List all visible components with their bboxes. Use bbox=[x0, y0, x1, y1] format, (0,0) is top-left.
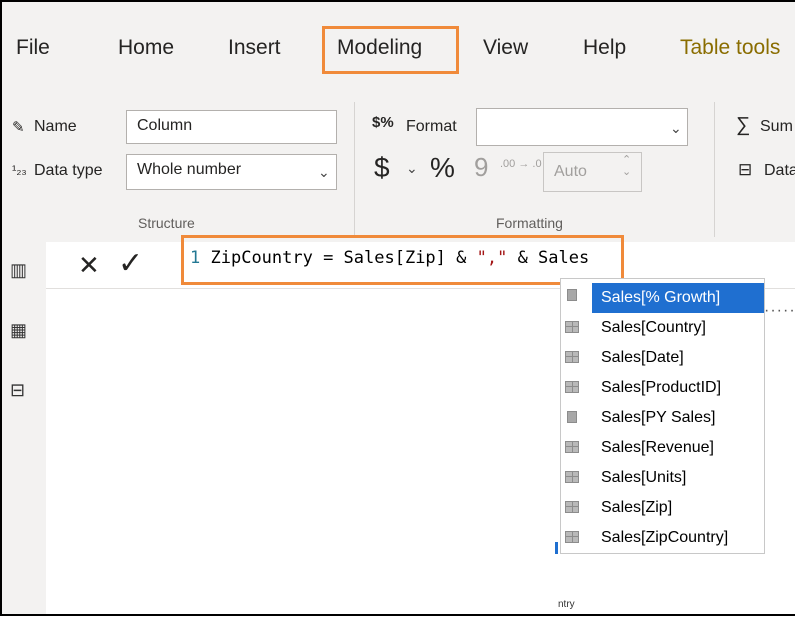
name-input[interactable]: Column bbox=[126, 110, 337, 144]
autocomplete-item[interactable]: Sales[Country] bbox=[561, 313, 764, 343]
autocomplete-item-label: Sales[Date] bbox=[601, 349, 684, 366]
tab-insert[interactable]: Insert bbox=[228, 36, 281, 60]
data-category-icon: ⊟ bbox=[738, 160, 753, 179]
selection-mark bbox=[555, 542, 558, 554]
model-view-icon[interactable]: ⊟ bbox=[10, 380, 25, 401]
ribbon-tab-bar: File Home Insert Modeling View Help Tabl… bbox=[2, 2, 795, 94]
modeling-tab-highlight bbox=[322, 26, 459, 74]
report-view-icon[interactable]: ▥ bbox=[10, 260, 27, 281]
formatting-group-label: Formatting bbox=[496, 215, 563, 231]
comma-style-icon[interactable]: 9 bbox=[474, 152, 488, 183]
table-column-icon bbox=[565, 531, 579, 543]
currency-icon[interactable]: $ bbox=[374, 152, 390, 184]
calculator-icon bbox=[567, 289, 577, 301]
autocomplete-item[interactable]: Sales[Units] bbox=[561, 463, 764, 493]
structure-group-label: Structure bbox=[138, 215, 195, 231]
autocomplete-item-label: Sales[Revenue] bbox=[601, 439, 714, 456]
tab-file[interactable]: File bbox=[16, 36, 50, 60]
autocomplete-item[interactable]: Sales[ZipCountry] bbox=[561, 523, 764, 553]
autocomplete-item-label: Sales[ProductID] bbox=[601, 379, 722, 396]
table-column-icon bbox=[565, 381, 579, 393]
name-label: Name bbox=[34, 118, 77, 135]
tab-home[interactable]: Home bbox=[118, 36, 174, 60]
format-label: Format bbox=[406, 118, 457, 135]
autocomplete-item-label: Sales[Units] bbox=[601, 469, 687, 486]
window-frame: File Home Insert Modeling View Help Tabl… bbox=[0, 0, 795, 616]
table-column-icon bbox=[565, 441, 579, 453]
name-icon: ✎ bbox=[12, 119, 25, 136]
left-nav: ▥ ▦ ⊟ bbox=[2, 242, 46, 614]
data-category-label[interactable]: Data bbox=[764, 162, 795, 180]
ribbon-separator bbox=[354, 102, 355, 237]
table-column-icon bbox=[565, 351, 579, 363]
sigma-icon: ∑ bbox=[736, 114, 751, 136]
spinner-icon[interactable]: ⌃ ⌄ bbox=[622, 154, 631, 178]
canvas-caption: ntry bbox=[558, 599, 575, 610]
summarization-label[interactable]: Sum bbox=[760, 118, 793, 136]
autocomplete-item-label: Sales[ZipCountry] bbox=[601, 529, 729, 546]
autocomplete-item[interactable]: Sales[Revenue] bbox=[561, 433, 764, 463]
tab-table-tools[interactable]: Table tools bbox=[680, 36, 780, 60]
autocomplete-item-label: Sales[% Growth] bbox=[601, 289, 721, 306]
autocomplete-item[interactable]: Sales[% Growth] bbox=[592, 283, 764, 313]
divider-dots: ······· bbox=[764, 302, 795, 319]
table-column-icon bbox=[565, 321, 579, 333]
tab-help[interactable]: Help bbox=[583, 36, 626, 60]
tab-view[interactable]: View bbox=[483, 36, 528, 60]
decimal-icon[interactable]: .00 → .0 bbox=[500, 158, 542, 170]
format-icon: $% bbox=[372, 114, 394, 131]
formula-highlight bbox=[181, 235, 624, 285]
cancel-icon[interactable]: ✕ bbox=[78, 250, 100, 281]
calculator-icon bbox=[567, 411, 577, 423]
ribbon-separator bbox=[714, 102, 715, 237]
decimal-places-value: Auto bbox=[554, 163, 587, 180]
chevron-down-icon[interactable]: ⌄ bbox=[670, 120, 682, 137]
data-type-value: Whole number bbox=[137, 161, 242, 178]
format-select[interactable] bbox=[476, 108, 688, 146]
commit-icon[interactable]: ✓ bbox=[118, 246, 143, 281]
autocomplete-item[interactable]: Sales[PY Sales] bbox=[561, 403, 764, 433]
autocomplete-item[interactable]: Sales[Date] bbox=[561, 343, 764, 373]
autocomplete-item[interactable]: Sales[Zip] bbox=[561, 493, 764, 523]
autocomplete-item[interactable]: Sales[ProductID] bbox=[561, 373, 764, 403]
data-type-icon: ¹₂₃ bbox=[12, 162, 27, 177]
data-type-select[interactable]: Whole number bbox=[126, 154, 337, 190]
autocomplete-list: Sales[% Growth] Sales[Country] Sales[Date]… bbox=[560, 278, 765, 554]
chevron-down-icon[interactable]: ⌄ bbox=[318, 164, 330, 181]
table-column-icon bbox=[565, 471, 579, 483]
chevron-down-icon[interactable]: ⌄ bbox=[406, 160, 418, 177]
autocomplete-item-label: Sales[Zip] bbox=[601, 499, 673, 516]
table-column-icon bbox=[565, 501, 579, 513]
percent-icon[interactable]: % bbox=[430, 152, 455, 184]
autocomplete-item-label: Sales[PY Sales] bbox=[601, 409, 716, 426]
autocomplete-item-label: Sales[Country] bbox=[601, 319, 706, 336]
data-type-label: Data type bbox=[34, 162, 103, 179]
data-view-icon[interactable]: ▦ bbox=[10, 320, 27, 341]
